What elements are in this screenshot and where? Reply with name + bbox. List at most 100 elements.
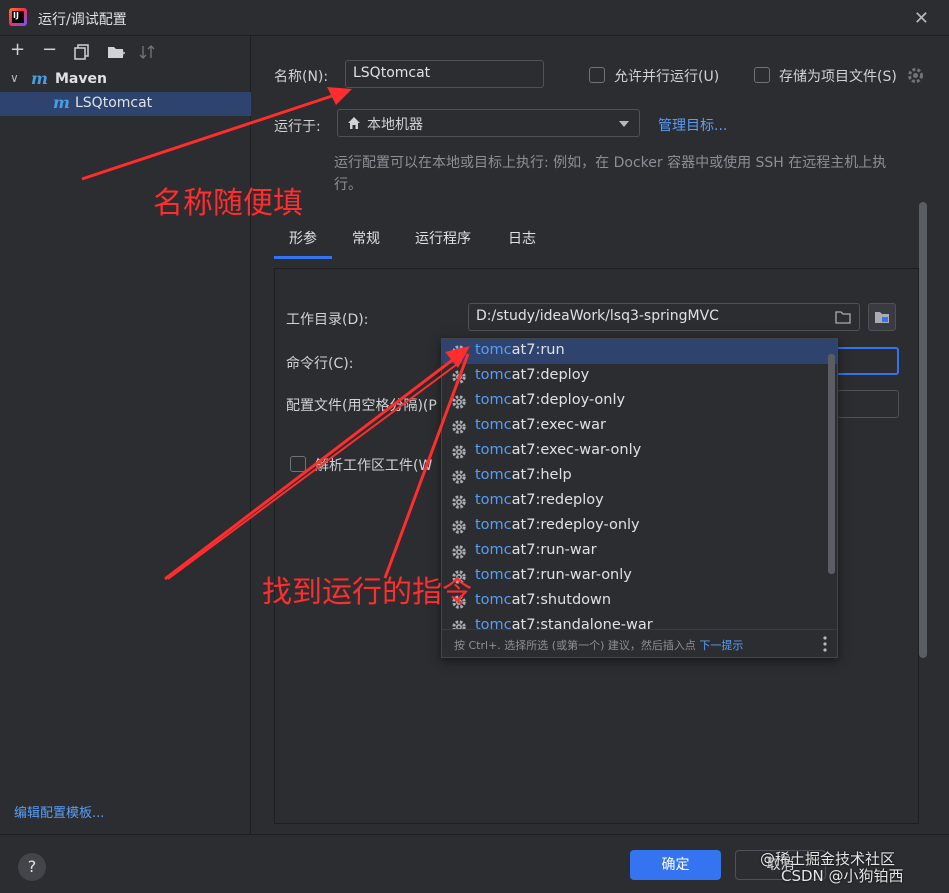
- completion-item[interactable]: tomcat7:deploy-only: [442, 389, 837, 414]
- workdir-value: D:/study/ideaWork/lsq3-springMVC: [476, 308, 719, 324]
- gear-icon: [452, 470, 466, 484]
- completion-item[interactable]: tomcat7:redeploy: [442, 489, 837, 514]
- tab-params[interactable]: 形参: [289, 228, 317, 248]
- more-options-icon[interactable]: [823, 636, 827, 652]
- completion-item-label: tomcat7:shutdown: [475, 592, 611, 608]
- completion-footer-text: 按 Ctrl+. 选择所选 (或第一个) 建议，然后插入点 下一提示: [454, 637, 743, 653]
- run-on-label: 运行于:: [274, 119, 321, 135]
- gear-icon: [452, 395, 466, 409]
- dialog-footer: ? 确定 取消 @稀土掘金技术社区 CSDN @小狗铂西: [0, 834, 949, 893]
- edit-templates-link[interactable]: 编辑配置模板...: [14, 802, 104, 821]
- completion-item-label: tomcat7:redeploy: [475, 492, 604, 508]
- completion-match: tomc: [475, 567, 512, 583]
- name-label: 名称(N):: [274, 69, 329, 85]
- gear-icon[interactable]: [907, 67, 924, 84]
- ok-button[interactable]: 确定: [630, 850, 721, 880]
- store-as-file-label: 存储为项目文件(S): [779, 69, 897, 85]
- footer-hint: 按 Ctrl+. 选择所选 (或第一个) 建议，然后插入点: [454, 639, 696, 652]
- completion-rest: at7:shutdown: [511, 592, 612, 608]
- sort-icon[interactable]: [139, 44, 155, 60]
- gear-icon: [452, 520, 466, 534]
- completion-match: tomc: [475, 417, 512, 433]
- next-tip-link[interactable]: 下一提示: [699, 639, 743, 652]
- tree-item-lsqtomcat[interactable]: m LSQtomcat: [0, 92, 251, 116]
- completion-rest: at7:exec-war-only: [511, 442, 642, 458]
- completion-match: tomc: [475, 392, 512, 408]
- resolve-workspace-checkbox[interactable]: [290, 456, 306, 472]
- profiles-input[interactable]: [837, 390, 899, 418]
- gear-icon: [452, 495, 466, 509]
- completion-item-label: tomcat7:run: [475, 342, 565, 358]
- completion-match: tomc: [475, 467, 512, 483]
- completion-footer: 按 Ctrl+. 选择所选 (或第一个) 建议，然后插入点 下一提示: [442, 629, 837, 657]
- completion-item[interactable]: tomcat7:run-war-only: [442, 564, 837, 589]
- workdir-browse-button[interactable]: [868, 303, 896, 331]
- sidebar-toolbar: + −: [0, 36, 250, 66]
- completion-item[interactable]: tomcat7:run-war: [442, 539, 837, 564]
- resolve-workspace-label: 解析工作区工件(W: [315, 458, 433, 474]
- workdir-input[interactable]: D:/study/ideaWork/lsq3-springMVC: [468, 303, 860, 331]
- tree-item-label: LSQtomcat: [75, 95, 153, 111]
- chevron-down-icon: [619, 121, 629, 127]
- maven-icon: m: [31, 69, 48, 88]
- cmdline-label: 命令行(C):: [286, 356, 354, 372]
- completion-scrollbar[interactable]: [828, 354, 835, 574]
- editor-scrollbar[interactable]: [919, 202, 927, 658]
- store-as-file-checkbox[interactable]: [754, 67, 770, 83]
- remove-icon[interactable]: −: [42, 40, 57, 60]
- completion-item-label: tomcat7:redeploy-only: [475, 517, 640, 533]
- completion-match: tomc: [475, 592, 512, 608]
- completion-item[interactable]: tomcat7:run: [442, 339, 837, 364]
- workdir-label: 工作目录(D):: [286, 312, 369, 328]
- completion-rest: at7:run-war-only: [511, 567, 632, 583]
- hint-line: 运行配置可以在本地或目标上执行: 例如，在 Docker 容器中或使用 SSH …: [334, 155, 887, 171]
- chevron-down-icon[interactable]: ∨: [10, 71, 19, 85]
- home-icon: [348, 117, 360, 129]
- annotation-name-hint: 名称随便填: [153, 186, 303, 221]
- manage-targets-link[interactable]: 管理目标...: [658, 115, 727, 135]
- completion-item-label: tomcat7:help: [475, 467, 572, 483]
- completion-item-label: tomcat7:run-war: [475, 542, 597, 558]
- completion-item[interactable]: tomcat7:deploy: [442, 364, 837, 389]
- completion-item-label: tomcat7:exec-war: [475, 417, 606, 433]
- run-on-select[interactable]: 本地机器: [337, 109, 640, 137]
- completion-rest: at7:deploy-only: [511, 392, 626, 408]
- completion-item[interactable]: tomcat7:help: [442, 464, 837, 489]
- completion-rest: at7:run: [511, 342, 565, 358]
- run-target-hint: 运行配置可以在本地或目标上执行: 例如，在 Docker 容器中或使用 SSH …: [334, 152, 886, 196]
- run-on-value: 本地机器: [367, 117, 423, 133]
- copy-icon[interactable]: [74, 44, 90, 60]
- tab-runner[interactable]: 运行程序: [415, 228, 471, 248]
- completion-match: tomc: [475, 442, 512, 458]
- completion-rest: at7:deploy: [511, 367, 590, 383]
- completion-item-label: tomcat7:exec-war-only: [475, 442, 641, 458]
- add-icon[interactable]: +: [10, 40, 25, 60]
- title-bar: IJ 运行/调试配置 ✕: [0, 0, 949, 36]
- gear-icon: [452, 370, 466, 384]
- tab-general[interactable]: 常规: [352, 228, 380, 248]
- tree-group-label: Maven: [55, 71, 107, 87]
- completion-match: tomc: [475, 367, 512, 383]
- window-title: 运行/调试配置: [38, 12, 127, 28]
- new-folder-icon[interactable]: [107, 44, 125, 60]
- completion-rest: at7:redeploy: [511, 492, 604, 508]
- folder-icon[interactable]: [835, 310, 851, 324]
- parallel-run-label: 允许并行运行(U): [614, 69, 720, 85]
- hint-line: 行。: [334, 177, 362, 193]
- completion-item-label: tomcat7:deploy: [475, 367, 589, 383]
- intellij-app-icon: IJ: [9, 8, 27, 26]
- tree-group-maven[interactable]: ∨ m Maven: [0, 68, 251, 92]
- active-tab-indicator: [274, 256, 332, 259]
- help-button[interactable]: ?: [18, 853, 46, 881]
- completion-item[interactable]: tomcat7:exec-war-only: [442, 439, 837, 464]
- completion-item-label: tomcat7:run-war-only: [475, 567, 632, 583]
- tab-logs[interactable]: 日志: [508, 228, 536, 248]
- parallel-run-checkbox[interactable]: [589, 67, 605, 83]
- completion-item[interactable]: tomcat7:shutdown: [442, 589, 837, 614]
- completion-item[interactable]: tomcat7:redeploy-only: [442, 514, 837, 539]
- name-input[interactable]: LSQtomcat: [345, 60, 544, 88]
- completion-match: tomc: [475, 492, 512, 508]
- completion-item[interactable]: tomcat7:exec-war: [442, 414, 837, 439]
- close-icon[interactable]: ✕: [914, 8, 929, 29]
- annotation-command-hint: 找到运行的指令: [262, 575, 472, 610]
